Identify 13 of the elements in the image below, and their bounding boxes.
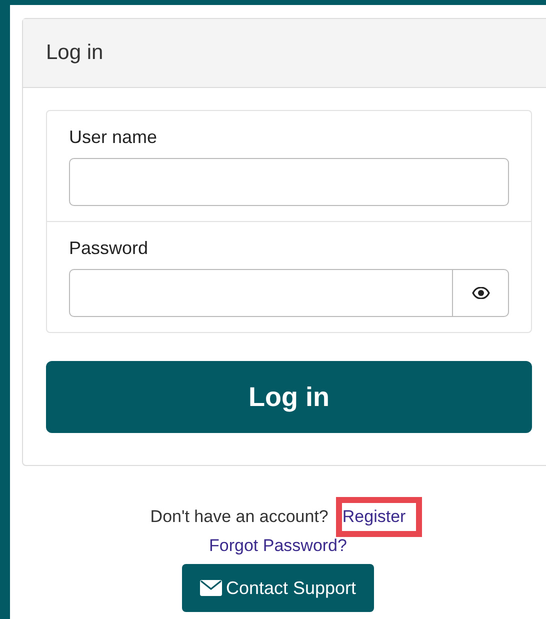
field-label: Password: [69, 238, 150, 259]
password-field[interactable]: [69, 269, 453, 317]
username-field[interactable]: [69, 158, 509, 206]
show-password-button[interactable]: [453, 269, 509, 317]
field-label: User name: [69, 127, 158, 148]
card-title: Log in: [46, 41, 104, 65]
envelope-icon: [200, 580, 222, 596]
contact-support-button[interactable]: Contact Support: [182, 564, 374, 612]
register-link[interactable]: Register: [342, 507, 406, 526]
login-button[interactable]: Log in: [46, 361, 532, 433]
eye-icon: [472, 287, 490, 299]
register-prompt: Don't have an account?: [150, 507, 328, 526]
forgot-password-link[interactable]: Forgot Password?: [209, 536, 347, 556]
